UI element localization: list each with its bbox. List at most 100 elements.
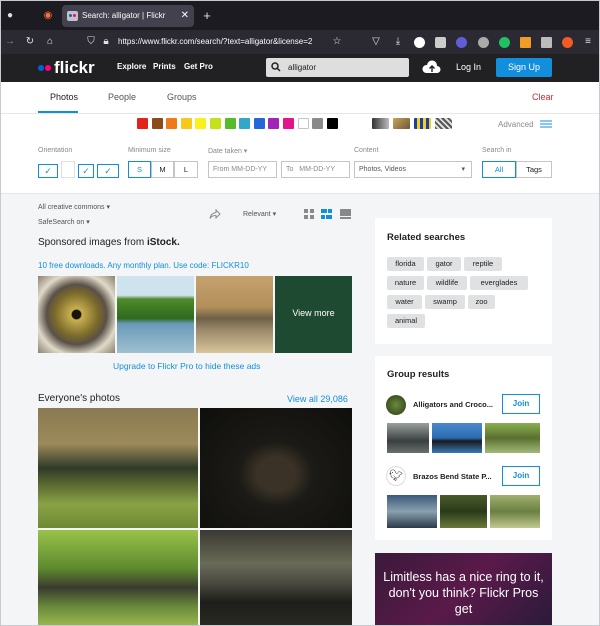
date-to-input[interactable]: To MM-DD-YY	[281, 161, 350, 178]
color-swatch[interactable]	[210, 118, 221, 129]
extension-info-icon[interactable]	[456, 37, 467, 48]
signup-button[interactable]: Sign Up	[496, 58, 552, 77]
view-all-link[interactable]: View all 29,086	[287, 394, 348, 404]
photo-1[interactable]	[38, 408, 198, 528]
login-link[interactable]: Log In	[456, 62, 481, 72]
sliders-icon[interactable]	[540, 119, 552, 129]
sponsored-image-2[interactable]	[117, 276, 194, 353]
color-swatch[interactable]	[195, 118, 207, 129]
group-1-thumb-1[interactable]	[387, 423, 429, 453]
tag-nature[interactable]: nature	[387, 276, 424, 290]
nav-prints[interactable]: Prints	[153, 62, 176, 71]
close-tab-icon[interactable]: ✕	[181, 5, 189, 27]
color-swatch[interactable]	[297, 118, 309, 129]
extension-bolt-icon[interactable]	[520, 37, 531, 48]
new-tab-icon[interactable]: +	[201, 9, 213, 22]
extension-book-icon[interactable]	[541, 37, 552, 48]
size-s-button[interactable]: S	[128, 161, 151, 178]
photo-2[interactable]	[200, 408, 352, 528]
group-1-join-button[interactable]: Join	[502, 394, 540, 414]
color-swatch[interactable]	[151, 118, 163, 129]
nav-get-pro[interactable]: Get Pro	[184, 62, 213, 71]
promo-link[interactable]: 10 free downloads. Any monthly plan. Use…	[38, 261, 249, 270]
group-2-thumb-3[interactable]	[490, 495, 540, 528]
photo-3[interactable]	[38, 530, 198, 626]
flickr-pro-ad[interactable]: Limitless has a nice ring to it, don't y…	[375, 553, 552, 626]
group-2-join-button[interactable]: Join	[502, 466, 540, 486]
safesearch-dropdown[interactable]: SafeSearch on ▾	[38, 218, 90, 226]
tag-gator[interactable]: gator	[427, 257, 461, 271]
swatch-bw[interactable]	[372, 118, 389, 129]
color-swatch[interactable]	[268, 118, 280, 129]
sponsored-image-3[interactable]	[196, 276, 273, 353]
search-in-tags-button[interactable]: Tags	[516, 161, 552, 178]
tab-groups[interactable]: Groups	[167, 92, 197, 102]
color-swatch[interactable]	[180, 118, 192, 129]
color-swatch[interactable]	[283, 118, 294, 129]
tag-animal[interactable]: animal	[387, 314, 425, 328]
license-dropdown[interactable]: All creative commons ▾	[38, 203, 110, 211]
color-swatch[interactable]	[312, 118, 324, 129]
tab-photos[interactable]: Photos	[50, 92, 78, 102]
browser-tab-active[interactable]: Search: alligator | Flickr ✕	[62, 5, 194, 27]
search-in-all-button[interactable]: All	[482, 161, 516, 178]
orientation-panorama-checkbox[interactable]: ✓	[97, 164, 119, 178]
size-m-button[interactable]: M	[151, 161, 174, 178]
tag-florida[interactable]: florida	[387, 257, 424, 271]
extension-green-icon[interactable]	[499, 37, 510, 48]
clear-button[interactable]: Clear	[532, 92, 554, 102]
orientation-landscape-checkbox[interactable]: ✓	[38, 164, 58, 178]
date-taken-label[interactable]: Date taken ▾	[208, 147, 247, 155]
orientation-portrait-checkbox[interactable]	[61, 161, 75, 178]
back-icon[interactable]: →	[4, 36, 16, 48]
justified-view-icon[interactable]	[321, 209, 332, 219]
extension-grid-icon[interactable]	[435, 37, 446, 48]
reload-icon[interactable]: ↻	[24, 36, 36, 48]
search-input[interactable]: alligator	[266, 58, 409, 77]
browser-menu-icon[interactable]: ●	[4, 10, 16, 22]
group-2-thumb-2[interactable]	[440, 495, 487, 528]
flickr-logo[interactable]: flickr	[54, 58, 95, 78]
color-swatch[interactable]	[224, 118, 236, 129]
bookmark-star-icon[interactable]: ☆	[331, 36, 343, 48]
color-swatch[interactable]	[166, 118, 178, 129]
color-swatch[interactable]	[326, 118, 338, 129]
sponsored-image-1[interactable]	[38, 276, 115, 353]
tag-swamp[interactable]: swamp	[425, 295, 465, 309]
upload-cloud-icon[interactable]	[422, 60, 442, 74]
orientation-square-checkbox[interactable]: ✓	[78, 164, 94, 178]
group-1-thumb-3[interactable]	[485, 423, 540, 453]
tag-water[interactable]: water	[387, 295, 422, 309]
group-1-avatar[interactable]	[386, 395, 406, 415]
group-2-avatar-bird-icon[interactable]: 🐦︎	[386, 466, 406, 486]
sort-dropdown[interactable]: Relevant ▾	[243, 210, 276, 218]
menu-icon[interactable]: ≡	[582, 36, 594, 48]
tag-zoo[interactable]: zoo	[468, 295, 495, 309]
swatch-minimal[interactable]	[414, 118, 431, 129]
group-1-name[interactable]: Alligators and Croco...	[413, 400, 493, 409]
group-1-thumb-2[interactable]	[432, 423, 482, 453]
group-2-name[interactable]: Brazos Bend State P...	[413, 472, 492, 481]
tag-wildlife[interactable]: wildlife	[427, 276, 467, 290]
swatch-shallow-dof[interactable]	[393, 118, 410, 129]
url-bar[interactable]: https://www.flickr.com/search/?text=alli…	[80, 33, 360, 51]
content-select[interactable]: Photos, Videos ▾	[354, 161, 472, 178]
color-swatch[interactable]	[239, 118, 251, 129]
tag-reptile[interactable]: reptile	[464, 257, 502, 271]
upgrade-link[interactable]: Upgrade to Flickr Pro to hide these ads	[113, 361, 260, 371]
home-icon[interactable]: ⌂	[44, 36, 56, 48]
pocket-icon[interactable]: ▽	[370, 36, 382, 48]
photo-4[interactable]	[200, 530, 352, 626]
share-icon[interactable]	[209, 209, 221, 219]
grid-view-icon[interactable]	[304, 209, 314, 219]
firefox-icon[interactable]: ◉	[42, 10, 54, 22]
view-more-tile[interactable]: View more	[275, 276, 352, 353]
tab-people[interactable]: People	[108, 92, 136, 102]
color-swatch[interactable]	[253, 118, 265, 129]
color-swatch[interactable]	[137, 118, 148, 129]
tag-everglades[interactable]: everglades	[470, 276, 528, 290]
extension-s-icon[interactable]	[414, 37, 425, 48]
date-from-input[interactable]: From MM-DD-YY	[208, 161, 277, 178]
nav-explore[interactable]: Explore	[117, 62, 146, 71]
extension-o-icon[interactable]	[478, 37, 489, 48]
